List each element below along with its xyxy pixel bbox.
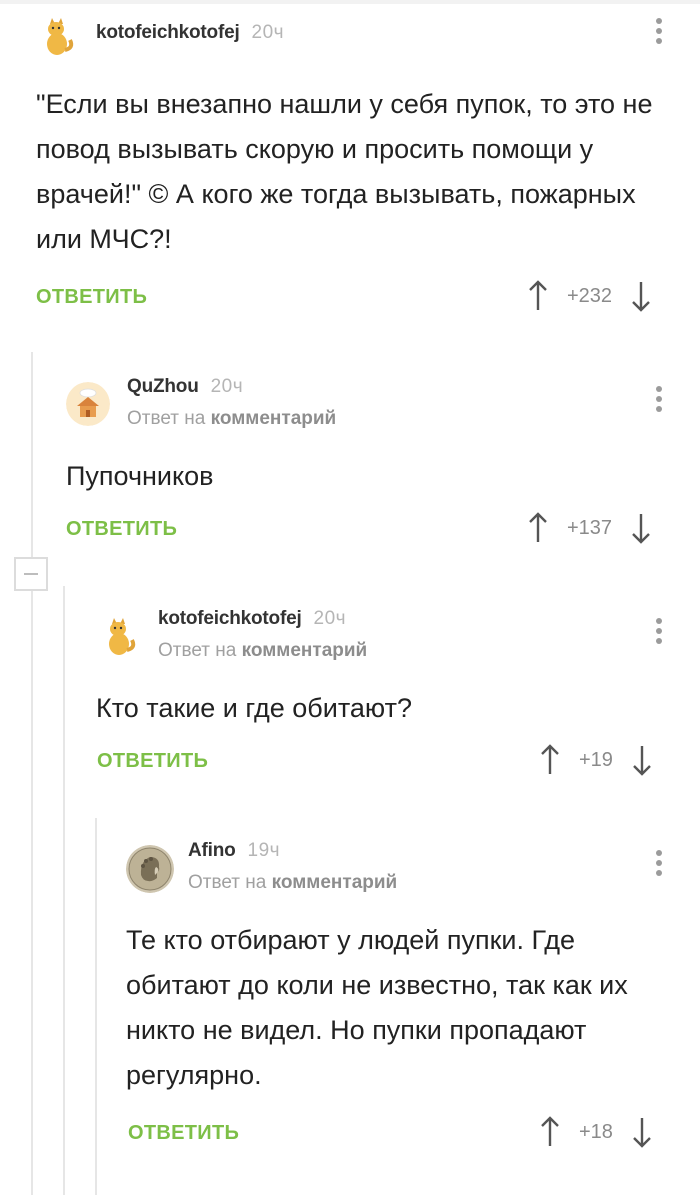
comment-text: Те кто отбирают у людей пупки. Где обита… [126,925,628,1090]
dot-icon [656,870,662,876]
house-avatar[interactable] [66,382,110,426]
thread-line-level-3 [95,818,97,1195]
reply-button[interactable]: ОТВЕТИТЬ [97,750,208,773]
vote-controls: +18 [535,1112,657,1152]
dot-icon [656,860,662,866]
reply-to-label: Ответ на комментарий [158,640,367,662]
comment-text: Пупочников [66,461,214,491]
arrow-up-icon [541,744,559,774]
reply-to-link[interactable]: комментарий [242,640,368,661]
comment-author[interactable]: QuZhou 20ч [127,376,243,398]
minus-icon [24,573,38,575]
house-icon [66,382,110,426]
arrow-up-icon [541,1116,559,1146]
dot-icon [656,18,662,24]
author-name[interactable]: Afino [188,840,236,861]
reply-to-link[interactable]: комментарий [272,872,398,893]
downvote-button[interactable] [627,1112,657,1152]
upvote-button[interactable] [523,508,553,548]
more-menu-button[interactable] [652,850,666,884]
reply-to-label: Ответ на комментарий [127,408,336,430]
comment-author[interactable]: kotofeichkotofej 20ч [96,22,284,44]
arrow-down-icon [632,514,650,544]
reply-button[interactable]: ОТВЕТИТЬ [36,286,147,309]
comment-author[interactable]: kotofeichkotofej 20ч [158,608,346,630]
coin-portrait-icon [126,845,174,893]
arrow-down-icon [632,282,650,312]
vote-controls: +137 [523,508,656,548]
arrow-down-icon [633,746,651,776]
comment-text: Кто такие и где обитают? [96,693,412,723]
collapse-thread-button[interactable] [14,557,48,591]
reply-to-label: Ответ на комментарий [188,872,397,894]
reply-button[interactable]: ОТВЕТИТЬ [66,518,177,541]
cat-avatar[interactable] [98,614,142,658]
rating-value: +137 [567,516,613,539]
vote-controls: +232 [523,276,656,316]
cat-icon [36,14,80,58]
dot-icon [656,396,662,402]
dot-icon [656,850,662,856]
author-name[interactable]: kotofeichkotofej [96,22,240,43]
thread-line-level-2 [63,586,65,1195]
comment-time: 20ч [313,608,347,629]
upvote-button[interactable] [523,276,553,316]
dot-icon [656,628,662,634]
downvote-button[interactable] [626,508,656,548]
arrow-down-icon [633,1118,651,1148]
comment-author[interactable]: Afino 19ч [188,840,280,862]
downvote-button[interactable] [626,276,656,316]
coin-portrait-avatar[interactable] [126,845,174,893]
rating-value: +19 [579,748,613,771]
comment-time: 20ч [210,376,244,397]
reply-to-prefix: Ответ на [188,872,267,893]
upvote-button[interactable] [535,1112,565,1152]
thread-line-level-1 [31,352,33,1195]
comment-time: 20ч [251,22,285,43]
more-menu-button[interactable] [652,618,666,652]
upvote-button[interactable] [535,740,565,780]
author-name[interactable]: kotofeichkotofej [158,608,302,629]
vote-controls: +19 [535,740,657,780]
arrow-up-icon [529,280,547,310]
dot-icon [656,38,662,44]
reply-button[interactable]: ОТВЕТИТЬ [128,1122,239,1145]
more-menu-button[interactable] [652,386,666,420]
top-divider [0,0,700,4]
reply-to-prefix: Ответ на [127,408,206,429]
comment-time: 19ч [247,840,281,861]
reply-to-prefix: Ответ на [158,640,237,661]
cat-avatar[interactable] [36,14,80,58]
reply-to-link[interactable]: комментарий [211,408,337,429]
dot-icon [656,386,662,392]
arrow-up-icon [529,512,547,542]
downvote-button[interactable] [627,740,657,780]
dot-icon [656,638,662,644]
more-menu-button[interactable] [652,18,666,52]
rating-value: +18 [579,1120,613,1143]
cat-icon [98,614,142,658]
dot-icon [656,406,662,412]
rating-value: +232 [567,284,613,307]
dot-icon [656,28,662,34]
dot-icon [656,618,662,624]
author-name[interactable]: QuZhou [127,376,199,397]
comment-text: "Если вы внезапно нашли у себя пупок, то… [36,89,653,254]
